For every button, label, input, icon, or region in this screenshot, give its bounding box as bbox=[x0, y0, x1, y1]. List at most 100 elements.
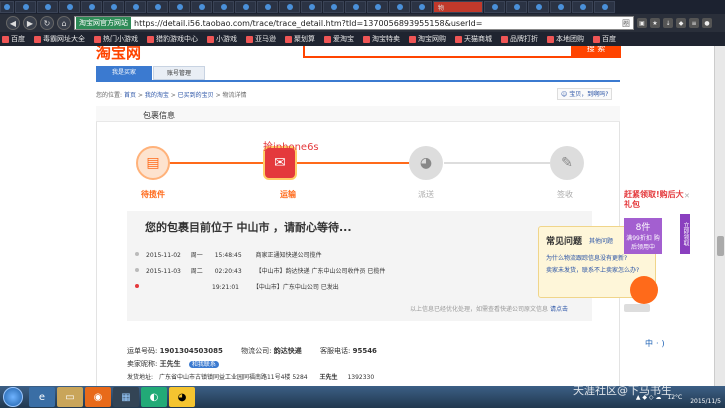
taobao-logo[interactable]: 淘宝网 bbox=[96, 46, 141, 63]
bookmark-item[interactable]: 小游戏 bbox=[207, 34, 237, 44]
cleaner-app-icon[interactable]: ◐ bbox=[141, 387, 167, 407]
promo-label[interactable]: 抢iphone6s bbox=[263, 138, 319, 153]
browser-tab[interactable] bbox=[411, 1, 432, 13]
browser-tab[interactable] bbox=[169, 1, 190, 13]
browser-tab[interactable] bbox=[59, 1, 80, 13]
tab-buyer[interactable]: 我是买家 bbox=[96, 66, 152, 80]
browser-tab[interactable] bbox=[213, 1, 234, 13]
refresh-icon[interactable]: ↻ bbox=[40, 16, 54, 30]
gift-banner-title[interactable]: 赶紧领取!购后大礼包 bbox=[624, 190, 688, 210]
contact-seller-button[interactable]: 和我联系 bbox=[188, 361, 219, 368]
browser-tab[interactable] bbox=[389, 1, 410, 13]
tab-underline bbox=[96, 80, 620, 82]
bookmark-label: 百度 bbox=[11, 35, 25, 43]
browser-tab[interactable] bbox=[235, 1, 256, 13]
menu-icon[interactable]: ≡ bbox=[689, 18, 699, 28]
home-icon[interactable]: ⌂ bbox=[57, 16, 71, 30]
back-icon[interactable]: ◀ bbox=[6, 16, 20, 30]
bookmark-favicon-icon bbox=[94, 35, 101, 43]
bookmark-item[interactable]: 百度 bbox=[593, 34, 616, 44]
browser-tab[interactable] bbox=[147, 1, 168, 13]
folder-icon[interactable]: ▭ bbox=[57, 387, 83, 407]
ime-toolbar[interactable]: 中·) bbox=[645, 338, 668, 349]
bookmark-item[interactable]: 天猫商城 bbox=[455, 34, 492, 44]
breadcrumb-my-taobao[interactable]: 我的淘宝 bbox=[145, 92, 169, 99]
browser-tab[interactable] bbox=[15, 1, 36, 13]
browser-tab[interactable] bbox=[484, 1, 505, 13]
browser-tab[interactable] bbox=[81, 1, 102, 13]
faq-item[interactable]: 卖家未发货，联系不上卖家怎么办? bbox=[546, 265, 646, 274]
browser-tab[interactable] bbox=[301, 1, 322, 13]
download-icon[interactable]: ↓ bbox=[663, 18, 673, 28]
service-mascot-icon[interactable] bbox=[630, 276, 658, 304]
address-text: 广东省中山市古镇镇同益工业园同福南路11号4楼 5284 bbox=[158, 374, 308, 381]
bookmark-item[interactable]: 本地团购 bbox=[547, 34, 584, 44]
browser-tab[interactable] bbox=[345, 1, 366, 13]
bookmark-favicon-icon bbox=[409, 35, 416, 43]
browser-tab[interactable] bbox=[572, 1, 593, 13]
qq-icon[interactable]: ◕ bbox=[169, 387, 195, 407]
clock-date[interactable]: 2015/11/5 bbox=[690, 398, 721, 405]
faq-item[interactable]: 为什么物流跟踪信息没有更新? bbox=[546, 253, 627, 262]
user-icon[interactable]: ● bbox=[702, 18, 712, 28]
browser-tab[interactable] bbox=[323, 1, 344, 13]
bookmark-item[interactable]: 聚划算 bbox=[285, 34, 315, 44]
bookmark-item[interactable]: 淘宝特卖 bbox=[363, 34, 400, 44]
browser-tab[interactable] bbox=[37, 1, 58, 13]
package-title: 包裹信息 bbox=[143, 111, 175, 120]
browser-tab[interactable] bbox=[191, 1, 212, 13]
media-app-icon[interactable]: ▦ bbox=[113, 387, 139, 407]
forward-icon[interactable]: ▶ bbox=[23, 16, 37, 30]
browser-tab-active[interactable]: 物 bbox=[433, 1, 483, 13]
breadcrumb-bought[interactable]: 已买到的宝贝 bbox=[178, 92, 214, 99]
search-input[interactable] bbox=[303, 46, 603, 58]
browser-tab[interactable] bbox=[528, 1, 549, 13]
wangwang-label: 宝贝，到啊吗? bbox=[569, 91, 609, 98]
scrollbar-thumb[interactable] bbox=[717, 236, 724, 256]
wangwang-chat-button[interactable]: ☺ 宝贝，到啊吗? bbox=[557, 88, 613, 100]
bookmark-item[interactable]: 品牌打折 bbox=[501, 34, 538, 44]
start-button[interactable] bbox=[3, 387, 23, 407]
browser-tab[interactable] bbox=[367, 1, 388, 13]
bookmark-item[interactable]: 亚马逊 bbox=[246, 34, 276, 44]
bookmark-label: 品牌打折 bbox=[510, 35, 538, 43]
bookmark-item[interactable]: 淘宝网购 bbox=[409, 34, 446, 44]
page-scrollbar[interactable] bbox=[714, 46, 725, 386]
search-button[interactable]: 搜 索 bbox=[571, 46, 621, 58]
seller-name[interactable]: 王先生 bbox=[160, 360, 181, 368]
browser-app-icon[interactable]: ◉ bbox=[85, 387, 111, 407]
bookmark-item[interactable]: 爱淘宝 bbox=[324, 34, 354, 44]
browser-tab[interactable] bbox=[257, 1, 278, 13]
browser-tab[interactable] bbox=[506, 1, 527, 13]
browser-tab[interactable] bbox=[594, 1, 615, 13]
bookmark-favicon-icon bbox=[285, 35, 292, 43]
faq-more-link[interactable]: 其他问题 bbox=[589, 236, 613, 245]
shield-icon[interactable]: ◆ bbox=[676, 18, 686, 28]
star-icon[interactable]: ★ bbox=[650, 18, 660, 28]
bookmark-item[interactable]: 热门小游戏 bbox=[94, 34, 138, 44]
event-time: 15:48:45 bbox=[214, 252, 242, 259]
gift-banner[interactable]: 8件 满99折扣 购后领用中 bbox=[624, 218, 662, 254]
browser-tab[interactable] bbox=[125, 1, 146, 13]
url-text: https://detail.i56.taobao.com/trace/trac… bbox=[134, 18, 483, 28]
close-icon[interactable]: ✕ bbox=[684, 192, 690, 200]
bookmark-item[interactable]: 猎豹游戏中心 bbox=[147, 34, 198, 44]
phone-label: 客服电话: bbox=[319, 347, 351, 355]
event-weekday: 周二 bbox=[190, 268, 203, 275]
url-input[interactable]: 淘宝网官方网站 https://detail.i56.taobao.com/tr… bbox=[74, 16, 634, 30]
browser-tab[interactable] bbox=[279, 1, 300, 13]
extension-icon[interactable]: ▣ bbox=[637, 18, 647, 28]
gift-claim-tab[interactable]: 立即领取 bbox=[680, 214, 690, 254]
browser-tab[interactable] bbox=[550, 1, 571, 13]
browser-tab[interactable] bbox=[103, 1, 124, 13]
bookmark-label: 热门小游戏 bbox=[103, 35, 138, 43]
tab-account[interactable]: 账号管理 bbox=[153, 66, 205, 80]
ie-icon[interactable]: e bbox=[29, 387, 55, 407]
browser-tab[interactable] bbox=[0, 1, 14, 13]
bookmark-item[interactable]: 毒霸网址大全 bbox=[34, 34, 85, 44]
breadcrumb-home[interactable]: 首页 bbox=[124, 92, 136, 99]
footnote-link[interactable]: 请点击 bbox=[550, 306, 568, 313]
site-verified-badge[interactable]: 淘宝网官方网站 bbox=[76, 17, 131, 29]
bookmark-item[interactable]: 百度 bbox=[2, 34, 25, 44]
waybill-no: 1901304503085 bbox=[159, 347, 223, 355]
